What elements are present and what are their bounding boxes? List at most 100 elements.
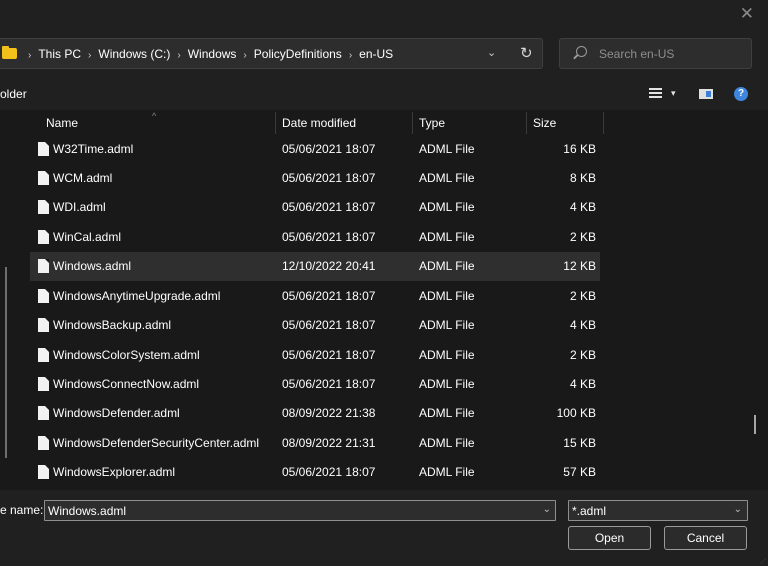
file-date-modified: 05/06/2021 18:07: [282, 230, 376, 244]
table-row[interactable]: WindowsBackup.adml 05/06/2021 18:07 ADML…: [30, 311, 600, 340]
table-row[interactable]: W32Time.adml 05/06/2021 18:07 ADML File …: [30, 135, 600, 164]
resize-grip-icon[interactable]: ⋰: [760, 558, 766, 565]
column-header-type[interactable]: Type: [419, 110, 445, 136]
file-size: 8 KB: [569, 171, 596, 185]
table-row[interactable]: WindowsConnectNow.adml 05/06/2021 18:07 …: [30, 370, 600, 399]
chevron-down-icon[interactable]: ⌄: [543, 504, 551, 515]
column-header-date-modified[interactable]: Date modified: [282, 110, 356, 136]
file-size: 4 KB: [569, 377, 596, 391]
file-icon: [38, 200, 49, 214]
file-name-input[interactable]: Windows.adml: [48, 504, 126, 518]
column-divider[interactable]: [275, 112, 276, 134]
file-type: ADML File: [419, 230, 475, 244]
file-size: 2 KB: [569, 348, 596, 362]
open-button[interactable]: Open: [568, 526, 651, 550]
refresh-icon[interactable]: ↻: [520, 44, 533, 62]
table-row[interactable]: WCM.adml 05/06/2021 18:07 ADML File 8 KB: [30, 164, 600, 193]
file-icon: [38, 259, 49, 273]
file-type: ADML File: [419, 318, 475, 332]
table-row[interactable]: WindowsDefenderSecurityCenter.adml 08/09…: [30, 429, 600, 458]
file-type-select[interactable]: *.adml ⌄: [568, 500, 748, 521]
file-date-modified: 12/10/2022 20:41: [282, 259, 376, 273]
column-divider[interactable]: [526, 112, 527, 134]
file-size: 100 KB: [556, 406, 596, 420]
file-icon: [38, 289, 49, 303]
column-divider[interactable]: [412, 112, 413, 134]
breadcrumb-separator: ›: [88, 50, 92, 61]
file-type: ADML File: [419, 348, 475, 362]
file-type: ADML File: [419, 406, 475, 420]
breadcrumb-separator: ›: [348, 50, 353, 61]
sort-ascending-icon: ^: [152, 111, 157, 121]
column-header: ^ Name Date modified Type Size: [0, 110, 768, 136]
address-bar[interactable]: › This PC › Windows (C:) › Windows › PolicyDefi…: [0, 38, 543, 69]
file-name: WindowsDefenderSecurityCenter.adml: [53, 436, 260, 450]
close-icon[interactable]: ✕: [740, 5, 754, 22]
help-icon[interactable]: ?: [734, 87, 748, 101]
file-icon: [38, 436, 49, 450]
table-row[interactable]: WindowsExplorer.adml 05/06/2021 18:07 AD…: [30, 458, 600, 487]
file-date-modified: 05/06/2021 18:07: [282, 318, 376, 332]
file-type: ADML File: [419, 377, 475, 391]
file-name: WDI.adml: [53, 200, 106, 214]
file-date-modified: 05/06/2021 18:07: [282, 200, 376, 214]
file-name: WindowsDefender.adml: [53, 406, 180, 420]
file-size: 12 KB: [563, 259, 596, 273]
table-row-selected[interactable]: Windows.adml 12/10/2022 20:41 ADML File …: [30, 252, 600, 281]
file-name: W32Time.adml: [53, 142, 134, 156]
file-size: 15 KB: [563, 436, 596, 450]
column-divider[interactable]: [603, 112, 604, 134]
file-size: 2 KB: [569, 230, 596, 244]
vertical-scrollbar-thumb[interactable]: [754, 415, 756, 434]
file-name: Windows.adml: [53, 259, 132, 273]
chevron-down-icon[interactable]: ⌄: [734, 504, 742, 515]
file-date-modified: 05/06/2021 18:07: [282, 171, 376, 185]
search-box[interactable]: Search en-US: [559, 38, 752, 69]
breadcrumb-separator: ›: [243, 50, 247, 61]
file-date-modified: 05/06/2021 18:07: [282, 377, 376, 391]
preview-pane-icon[interactable]: [699, 89, 713, 99]
file-date-modified: 05/06/2021 18:07: [282, 348, 376, 362]
column-header-size[interactable]: Size: [533, 110, 556, 136]
file-date-modified: 05/06/2021 18:07: [282, 465, 376, 479]
breadcrumb-drive-c[interactable]: Windows (C:): [98, 47, 170, 61]
file-size: 4 KB: [569, 318, 596, 332]
table-row[interactable]: WindowsColorSystem.adml 05/06/2021 18:07…: [30, 341, 600, 370]
breadcrumb-en-us[interactable]: en-US: [359, 47, 393, 61]
table-row[interactable]: WDI.adml 05/06/2021 18:07 ADML File 4 KB: [30, 193, 600, 222]
view-dropdown-icon[interactable]: ▾: [671, 88, 676, 99]
file-date-modified: 05/06/2021 18:07: [282, 142, 376, 156]
view-options-icon[interactable]: [649, 88, 662, 99]
navigation-pane-scrollbar[interactable]: [5, 267, 7, 458]
table-row[interactable]: WinCal.adml 05/06/2021 18:07 ADML File 2…: [30, 223, 600, 252]
file-type: ADML File: [419, 142, 475, 156]
table-row[interactable]: WindowsDefender.adml 08/09/2022 21:38 AD…: [30, 399, 600, 428]
breadcrumb-this-pc[interactable]: This PC: [38, 47, 81, 61]
file-icon: [38, 230, 49, 244]
file-size: 57 KB: [563, 465, 596, 479]
file-type: ADML File: [419, 259, 475, 273]
column-header-name[interactable]: Name: [46, 110, 78, 136]
file-name: WindowsBackup.adml: [53, 318, 172, 332]
file-name: WCM.adml: [53, 171, 113, 185]
dialog-footer: e name: Windows.adml ⌄ *.adml ⌄ Open Can…: [0, 490, 768, 566]
breadcrumb-policydefinitions[interactable]: PolicyDefinitions: [254, 47, 342, 61]
file-icon: [38, 171, 49, 185]
breadcrumb-separator: ›: [28, 50, 32, 61]
chevron-down-icon[interactable]: ⌄: [487, 46, 496, 59]
file-name: WinCal.adml: [53, 230, 122, 244]
search-input[interactable]: Search en-US: [599, 47, 674, 61]
file-icon: [38, 377, 49, 391]
file-date-modified: 08/09/2022 21:38: [282, 406, 376, 420]
file-type: ADML File: [419, 200, 475, 214]
file-icon: [38, 465, 49, 479]
file-type: ADML File: [419, 465, 475, 479]
breadcrumb-windows[interactable]: Windows: [188, 47, 237, 61]
cancel-button[interactable]: Cancel: [664, 526, 747, 550]
file-size: 2 KB: [569, 289, 596, 303]
file-size: 16 KB: [563, 142, 596, 156]
file-name-field[interactable]: Windows.adml ⌄: [44, 500, 556, 521]
file-name-label: e name:: [0, 503, 44, 517]
new-folder-button[interactable]: older: [0, 87, 27, 101]
table-row[interactable]: WindowsAnytimeUpgrade.adml 05/06/2021 18…: [30, 282, 600, 311]
